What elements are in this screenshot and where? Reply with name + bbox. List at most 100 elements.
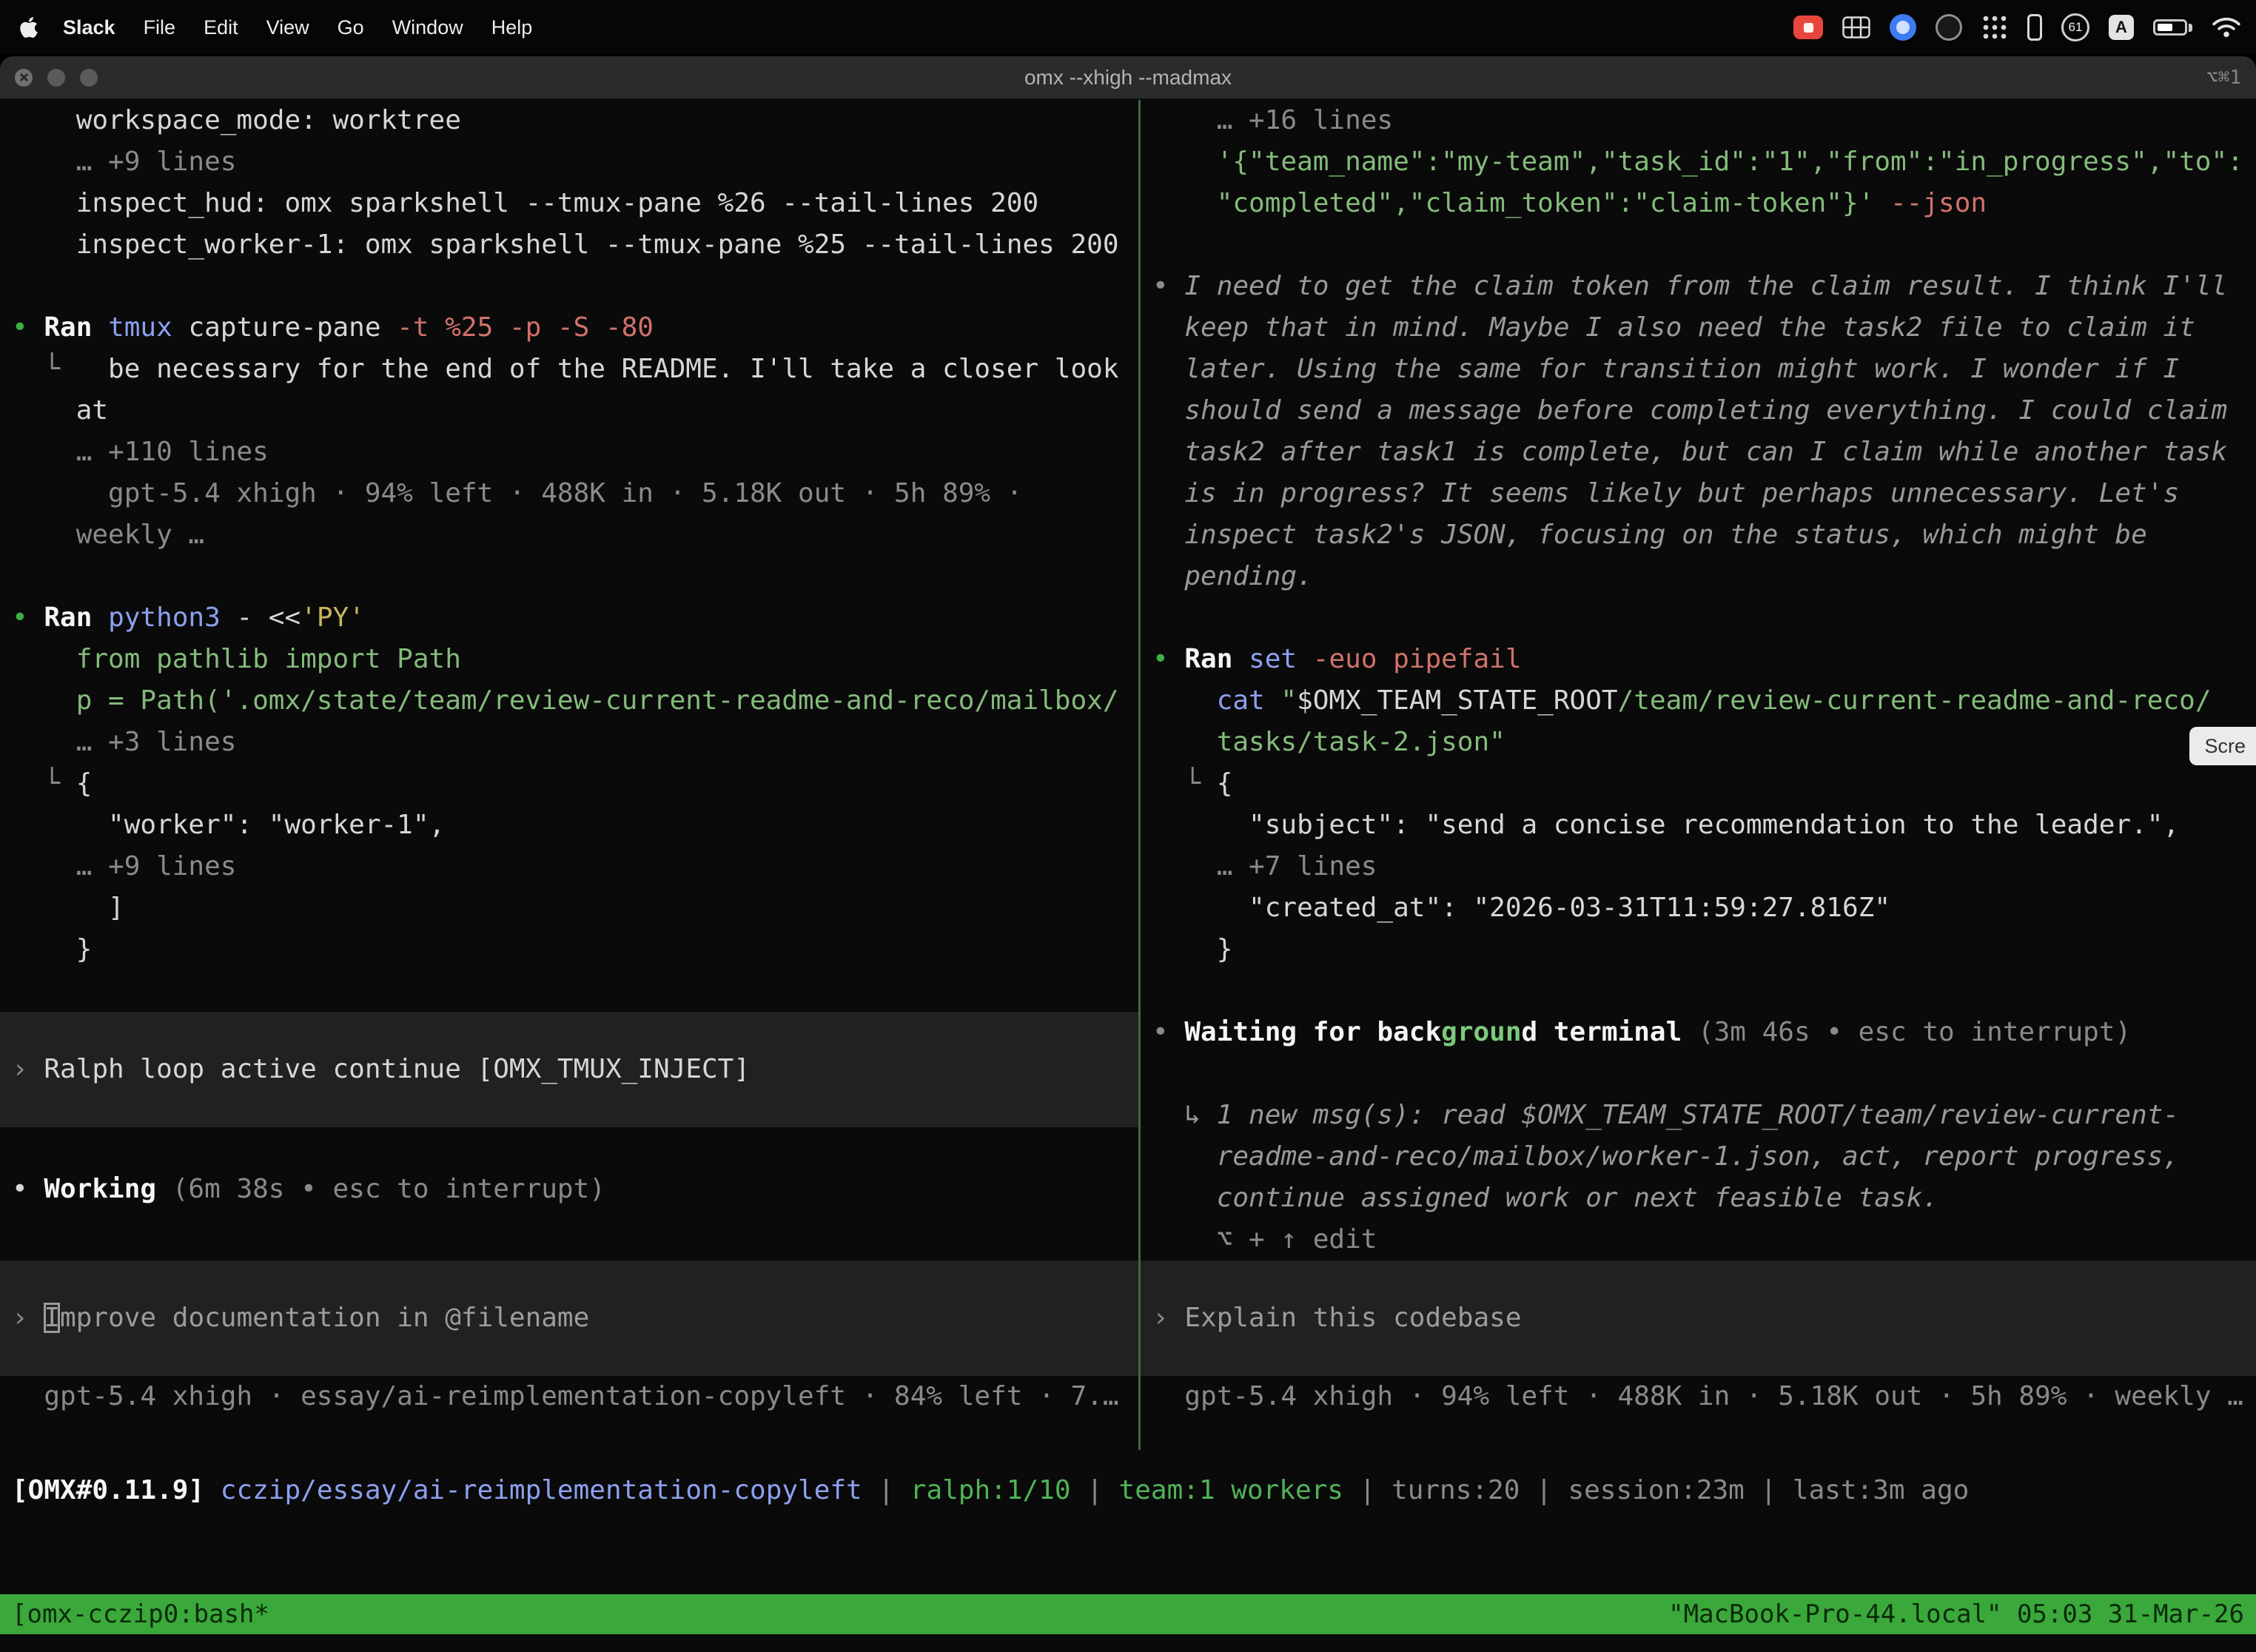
terminal-line bbox=[1152, 1053, 2244, 1095]
terminal-line: '{"team_name":"my-team","task_id":"1","f… bbox=[1152, 141, 2244, 183]
terminal-output-right: … +16 lines '{"team_name":"my-team","tas… bbox=[1141, 100, 2256, 1260]
terminal-line: tasks/task-2.json" bbox=[1152, 722, 2244, 763]
menu-status-icons: 61 A bbox=[1793, 13, 2256, 41]
window-title: omx --xhigh --madmax bbox=[0, 66, 2256, 90]
terminal-line bbox=[12, 1210, 1127, 1252]
terminal-line: at bbox=[12, 390, 1127, 432]
terminal-line: … +3 lines bbox=[12, 722, 1127, 763]
menu-go[interactable]: Go bbox=[323, 16, 378, 39]
terminal-line: later. Using the same for transition mig… bbox=[1152, 349, 2244, 390]
terminal-line: └ be necessary for the end of the README… bbox=[12, 349, 1127, 390]
terminal-content: workspace_mode: worktree … +9 lines insp… bbox=[0, 100, 2256, 1652]
menu-window[interactable]: Window bbox=[378, 16, 477, 39]
terminal-line: › Improve documentation in @filename bbox=[12, 1297, 1127, 1339]
terminal-line: … +9 lines bbox=[12, 141, 1127, 183]
terminal-line: keep that in mind. Maybe I also need the… bbox=[1152, 307, 2244, 349]
left-pane[interactable]: workspace_mode: worktree … +9 lines insp… bbox=[0, 100, 1138, 1450]
terminal-line: … +7 lines bbox=[1152, 846, 2244, 887]
terminal-line: weekly … bbox=[12, 514, 1127, 556]
terminal-line: "created_at": "2026-03-31T11:59:27.816Z" bbox=[1152, 887, 2244, 929]
omx-status-line: [OMX#0.11.9] cczip/essay/ai-reimplementa… bbox=[0, 1470, 2256, 1511]
terminal-line: • Working (6m 38s • esc to interrupt) bbox=[12, 1169, 1127, 1210]
blue-app-icon[interactable] bbox=[1890, 14, 1916, 41]
composer-left[interactable]: › Improve documentation in @filename bbox=[0, 1260, 1138, 1376]
terminal-line: └ { bbox=[12, 763, 1127, 805]
terminal-line: from pathlib import Path bbox=[12, 639, 1127, 680]
battery-icon[interactable] bbox=[2153, 19, 2192, 36]
battery-percent-badge[interactable]: 61 bbox=[2061, 13, 2089, 41]
terminal-line: • Ran python3 - <<'PY' bbox=[12, 597, 1127, 639]
terminal-line: "subject": "send a concise recommendatio… bbox=[1152, 805, 2244, 846]
terminal-line bbox=[12, 1127, 1127, 1169]
menu-view[interactable]: View bbox=[252, 16, 323, 39]
dark-app-icon[interactable] bbox=[1936, 14, 1962, 41]
window-titlebar[interactable]: omx --xhigh --madmax ⌥⌘1 bbox=[0, 56, 2256, 99]
apple-icon bbox=[19, 16, 38, 39]
terminal-line: • Ran tmux capture-pane -t %25 -p -S -80 bbox=[12, 307, 1127, 349]
terminal-line: ⌥ + ↑ edit bbox=[1152, 1219, 2244, 1260]
menu-bar: SlackFileEditViewGoWindowHelp 61 A bbox=[0, 0, 2256, 55]
terminal-line bbox=[12, 970, 1127, 1012]
menu-slack[interactable]: Slack bbox=[49, 16, 130, 39]
terminal-line bbox=[1152, 970, 2244, 1012]
right-pane[interactable]: … +16 lines '{"team_name":"my-team","tas… bbox=[1141, 100, 2256, 1450]
terminal-line: } bbox=[1152, 929, 2244, 970]
terminal-output-left: workspace_mode: worktree … +9 lines insp… bbox=[0, 100, 1138, 1012]
terminal-line bbox=[1152, 597, 2244, 639]
apple-menu[interactable] bbox=[0, 16, 49, 39]
tmux-status-bar: [omx-cczip0:bash* "MacBook-Pro-44.local"… bbox=[0, 1594, 2256, 1634]
terminal-line: gpt-5.4 xhigh · 94% left · 488K in · 5.1… bbox=[12, 473, 1127, 514]
screen-share-tooltip: Scre bbox=[2189, 727, 2256, 765]
terminal-line: • Ran set -euo pipefail bbox=[1152, 639, 2244, 680]
terminal-line: is in progress? It seems likely but perh… bbox=[1152, 473, 2244, 514]
model-status-right: gpt-5.4 xhigh · 94% left · 488K in · 5.1… bbox=[1141, 1376, 2256, 1417]
terminal-line: inspect_worker-1: omx sparkshell --tmux-… bbox=[12, 224, 1127, 266]
terminal-line bbox=[12, 266, 1127, 307]
wifi-icon[interactable] bbox=[2212, 16, 2241, 38]
composer-right[interactable]: › Explain this codebase bbox=[1141, 1260, 2256, 1376]
screen-recording-indicator[interactable] bbox=[1793, 16, 1823, 39]
phone-icon[interactable] bbox=[2027, 14, 2042, 41]
menu-help[interactable]: Help bbox=[477, 16, 547, 39]
terminal-line: • Waiting for background terminal (3m 46… bbox=[1152, 1012, 2244, 1053]
terminal-line: p = Path('.omx/state/team/review-current… bbox=[12, 680, 1127, 722]
terminal-line: inspect task2's JSON, focusing on the st… bbox=[1152, 514, 2244, 556]
terminal-line: … +110 lines bbox=[12, 432, 1127, 473]
terminal-line: task2 after task1 is complete, but can I… bbox=[1152, 432, 2244, 473]
terminal-line: readme-and-reco/mailbox/worker-1.json, a… bbox=[1152, 1136, 2244, 1178]
terminal-line: "worker": "worker-1", bbox=[12, 805, 1127, 846]
tmux-panes: workspace_mode: worktree … +9 lines insp… bbox=[0, 100, 2256, 1450]
terminal-line: └ { bbox=[1152, 763, 2244, 805]
terminal-line: ↳ 1 new msg(s): read $OMX_TEAM_STATE_ROO… bbox=[1152, 1095, 2244, 1136]
model-status-left: gpt-5.4 xhigh · essay/ai-reimplementatio… bbox=[0, 1376, 1138, 1417]
terminal-line: … +16 lines bbox=[1152, 100, 2244, 141]
menu-edit[interactable]: Edit bbox=[189, 16, 252, 39]
tmux-host-label: "MacBook-Pro-44.local" 05:03 31-Mar-26 bbox=[1668, 1594, 2244, 1634]
terminal-line: › Ralph loop active continue [OMX_TMUX_I… bbox=[12, 1049, 1127, 1090]
terminal-line: inspect_hud: omx sparkshell --tmux-pane … bbox=[12, 183, 1127, 224]
terminal-line: "completed","claim_token":"claim-token"}… bbox=[1152, 183, 2244, 224]
terminal-line: • I need to get the claim token from the… bbox=[1152, 266, 2244, 307]
tmux-session-label: [omx-cczip0:bash* bbox=[12, 1594, 269, 1634]
app-menus: SlackFileEditViewGoWindowHelp bbox=[49, 16, 546, 39]
tooltip-text: Scre bbox=[2204, 735, 2246, 758]
terminal-line: › Explain this codebase bbox=[1152, 1297, 2244, 1339]
terminal-line: should send a message before completing … bbox=[1152, 390, 2244, 432]
menu-file[interactable]: File bbox=[130, 16, 190, 39]
terminal-line: gpt-5.4 xhigh · essay/ai-reimplementatio… bbox=[12, 1376, 1127, 1417]
window-shortcut-badge: ⌥⌘1 bbox=[2206, 67, 2241, 89]
terminal-window: omx --xhigh --madmax ⌥⌘1 workspace_mode:… bbox=[0, 56, 2256, 1652]
terminal-line: gpt-5.4 xhigh · 94% left · 488K in · 5.1… bbox=[1152, 1376, 2244, 1417]
terminal-line bbox=[1152, 224, 2244, 266]
grid-app-icon[interactable] bbox=[1842, 16, 1870, 38]
terminal-line: pending. bbox=[1152, 556, 2244, 597]
terminal-line: workspace_mode: worktree bbox=[12, 100, 1127, 141]
working-status: • Working (6m 38s • esc to interrupt) bbox=[0, 1127, 1138, 1252]
terminal-line bbox=[12, 556, 1127, 597]
terminal-line: } bbox=[12, 929, 1127, 970]
terminal-line: ] bbox=[12, 887, 1127, 929]
dots-grid-icon[interactable] bbox=[1981, 14, 2008, 41]
input-source-icon[interactable]: A bbox=[2109, 15, 2134, 40]
queued-message-band: › Ralph loop active continue [OMX_TMUX_I… bbox=[0, 1012, 1138, 1127]
terminal-line: cat "$OMX_TEAM_STATE_ROOT/team/review-cu… bbox=[1152, 680, 2244, 722]
